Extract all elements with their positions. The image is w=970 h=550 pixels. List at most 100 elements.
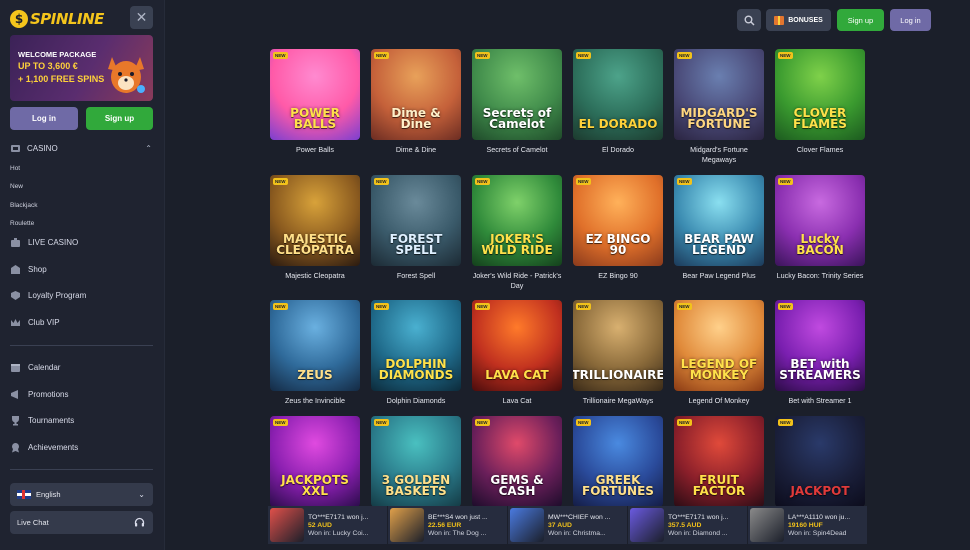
- game-title[interactable]: Joker's Wild Ride - Patrick's Day: [472, 271, 562, 291]
- game-tile[interactable]: NEW JACKPOTS XXL: [270, 416, 360, 507]
- game-title[interactable]: Majestic Cleopatra: [270, 271, 360, 281]
- game-title[interactable]: Dime & Dine: [371, 145, 461, 155]
- game-thumbnail[interactable]: NEW BEAR PAW LEGEND: [674, 175, 764, 266]
- game-tile[interactable]: NEW JACKPOT: [775, 416, 865, 507]
- game-tile[interactable]: NEW JOKER'S WILD RIDE Joker's Wild Ride - …: [472, 175, 562, 291]
- casino-sub-hot[interactable]: Hot: [10, 159, 155, 178]
- casino-section-header[interactable]: CASINO ⌃: [10, 141, 155, 155]
- winner-amount: 22.56 EUR: [428, 521, 462, 529]
- game-tile[interactable]: NEW 3 GOLDEN BASKETS: [371, 416, 461, 507]
- game-tile[interactable]: NEW CLOVER FLAMES Clover Flames: [775, 49, 865, 155]
- game-tile[interactable]: NEW TRILLIONAIRE Trillionaire MegaWays: [573, 300, 663, 406]
- game-title[interactable]: Lava Cat: [472, 396, 562, 406]
- sidebar-item-club-vip[interactable]: Club VIP: [10, 317, 60, 328]
- game-title[interactable]: Forest Spell: [371, 271, 461, 281]
- game-thumbnail[interactable]: NEW GEMS & CASH: [472, 416, 562, 507]
- game-thumbnail[interactable]: NEW BET with STREAMERS: [775, 300, 865, 391]
- game-thumbnail[interactable]: NEW JACKPOT: [775, 416, 865, 507]
- game-tile[interactable]: NEW FOREST SPELL Forest Spell: [371, 175, 461, 281]
- sidebar-item-tournaments[interactable]: Tournaments: [10, 415, 74, 426]
- game-tile[interactable]: NEW FRUIT FACTOR: [674, 416, 764, 507]
- spinline-logo[interactable]: $ SPINLINE: [10, 8, 104, 30]
- game-tile[interactable]: NEW GEMS & CASH: [472, 416, 562, 507]
- winner-card[interactable]: MW***CHIEF won ... 37 AUD Won in: Christma…: [508, 506, 628, 544]
- sidebar-item-live-casino[interactable]: LIVE CASINO: [10, 237, 78, 248]
- game-title[interactable]: Zeus the Invincible: [270, 396, 360, 406]
- header-login-button[interactable]: Log in: [890, 9, 931, 31]
- winner-card[interactable]: BE***S4 won just ... 22.56 EUR Won in: The…: [388, 506, 508, 544]
- game-thumbnail[interactable]: NEW LEGEND OF MONKEY: [674, 300, 764, 391]
- game-tile[interactable]: NEW Secrets of Camelot Secrets of Camelot: [472, 49, 562, 155]
- game-tile[interactable]: NEW LEGEND OF MONKEY Legend Of Monkey: [674, 300, 764, 406]
- casino-sub-blackjack[interactable]: Blackjack: [10, 196, 155, 215]
- game-tile[interactable]: NEW DOLPHIN DIAMONDS Dolphin Diamonds: [371, 300, 461, 406]
- game-thumbnail[interactable]: NEW JACKPOTS XXL: [270, 416, 360, 507]
- live-chat-label: Live Chat: [17, 518, 49, 527]
- welcome-promo-banner[interactable]: WELCOME PACKAGE UP TO 3,600 € + 1,100 FR…: [10, 35, 153, 101]
- new-badge: NEW: [677, 419, 692, 426]
- game-thumbnail[interactable]: NEW GREEK FORTUNES: [573, 416, 663, 507]
- game-title[interactable]: Secrets of Camelot: [472, 145, 562, 155]
- game-title[interactable]: Lucky Bacon: Trinity Series: [775, 271, 865, 281]
- sidebar-item-achievements[interactable]: Achievements: [10, 442, 78, 453]
- game-thumbnail[interactable]: NEW CLOVER FLAMES: [775, 49, 865, 140]
- game-thumbnail[interactable]: NEW FRUIT FACTOR: [674, 416, 764, 507]
- winner-card[interactable]: TO***E7171 won j... 52 AUD Won in: Lucky C…: [268, 506, 388, 544]
- game-thumbnail[interactable]: NEW EL DORADO: [573, 49, 663, 140]
- sidebar-signup-button[interactable]: Sign up: [86, 107, 153, 130]
- game-thumbnail[interactable]: NEW TRILLIONAIRE: [573, 300, 663, 391]
- bonuses-button[interactable]: BONUSES: [766, 9, 831, 31]
- game-tile[interactable]: NEW MAJESTIC CLEOPATRA Majestic Cleopatra: [270, 175, 360, 281]
- game-tile[interactable]: NEW LAVA CAT Lava Cat: [472, 300, 562, 406]
- game-thumbnail[interactable]: NEW 3 GOLDEN BASKETS: [371, 416, 461, 507]
- game-thumbnail[interactable]: NEW MAJESTIC CLEOPATRA: [270, 175, 360, 266]
- sidebar-login-button[interactable]: Log in: [10, 107, 78, 130]
- game-tile[interactable]: NEW POWER BALLS Power Balls: [270, 49, 360, 155]
- game-tile[interactable]: NEW Lucky BACON Lucky Bacon: Trinity Serie…: [775, 175, 865, 281]
- game-thumbnail[interactable]: NEW Lucky BACON: [775, 175, 865, 266]
- game-thumbnail[interactable]: NEW Secrets of Camelot: [472, 49, 562, 140]
- game-title[interactable]: Power Balls: [270, 145, 360, 155]
- game-thumbnail[interactable]: NEW ZEUS: [270, 300, 360, 391]
- game-tile[interactable]: NEW BEAR PAW LEGEND Bear Paw Legend Plus: [674, 175, 764, 281]
- game-logo-text: JACKPOT: [790, 484, 850, 498]
- game-title[interactable]: Dolphin Diamonds: [371, 396, 461, 406]
- game-title[interactable]: Clover Flames: [775, 145, 865, 155]
- winner-card[interactable]: LA***A1110 won ju... 19160 HUF Won in: Spi…: [748, 506, 868, 544]
- casino-sub-new[interactable]: New: [10, 178, 155, 197]
- game-title[interactable]: EZ Bingo 90: [573, 271, 663, 281]
- game-thumbnail[interactable]: NEW FOREST SPELL: [371, 175, 461, 266]
- sidebar-item-calendar[interactable]: Calendar: [10, 362, 60, 373]
- game-thumbnail[interactable]: NEW Dime & Dine: [371, 49, 461, 140]
- game-thumbnail[interactable]: NEW POWER BALLS: [270, 49, 360, 140]
- search-button[interactable]: [737, 9, 761, 31]
- sidebar-item-shop[interactable]: Shop: [10, 264, 47, 275]
- game-title[interactable]: Bet with Streamer 1: [775, 396, 865, 406]
- sidebar-item-loyalty[interactable]: Loyalty Program: [10, 290, 86, 301]
- game-thumbnail[interactable]: NEW MIDGARD'S FORTUNE: [674, 49, 764, 140]
- game-title[interactable]: El Dorado: [573, 145, 663, 155]
- close-sidebar-button[interactable]: ✕: [130, 6, 153, 29]
- game-tile[interactable]: NEW EL DORADO El Dorado: [573, 49, 663, 155]
- header-signup-button[interactable]: Sign up: [837, 9, 884, 31]
- headset-icon: [134, 517, 145, 527]
- game-tile[interactable]: NEW GREEK FORTUNES: [573, 416, 663, 507]
- game-tile[interactable]: NEW Dime & Dine Dime & Dine: [371, 49, 461, 155]
- game-tile[interactable]: NEW MIDGARD'S FORTUNE Midgard's Fortune Me…: [674, 49, 764, 165]
- language-select[interactable]: English ⌄: [10, 483, 153, 506]
- game-title[interactable]: Bear Paw Legend Plus: [674, 271, 764, 281]
- game-thumbnail[interactable]: NEW EZ BINGO 90: [573, 175, 663, 266]
- game-thumbnail[interactable]: NEW LAVA CAT: [472, 300, 562, 391]
- game-title[interactable]: Legend Of Monkey: [674, 396, 764, 406]
- game-tile[interactable]: NEW EZ BINGO 90 EZ Bingo 90: [573, 175, 663, 281]
- game-tile[interactable]: NEW BET with STREAMERS Bet with Streamer 1: [775, 300, 865, 406]
- game-title[interactable]: Midgard's Fortune Megaways: [674, 145, 764, 165]
- live-chat-button[interactable]: Live Chat: [10, 511, 153, 534]
- sidebar-item-promotions[interactable]: Promotions: [10, 389, 68, 400]
- game-thumbnail[interactable]: NEW DOLPHIN DIAMONDS: [371, 300, 461, 391]
- winner-card[interactable]: TO***E7171 won j... 357.5 AUD Won in: Diam…: [628, 506, 748, 544]
- game-thumbnail[interactable]: NEW JOKER'S WILD RIDE: [472, 175, 562, 266]
- game-title[interactable]: Trillionaire MegaWays: [573, 396, 663, 406]
- casino-sub-roulette[interactable]: Roulette: [10, 215, 155, 234]
- game-tile[interactable]: NEW ZEUS Zeus the Invincible: [270, 300, 360, 406]
